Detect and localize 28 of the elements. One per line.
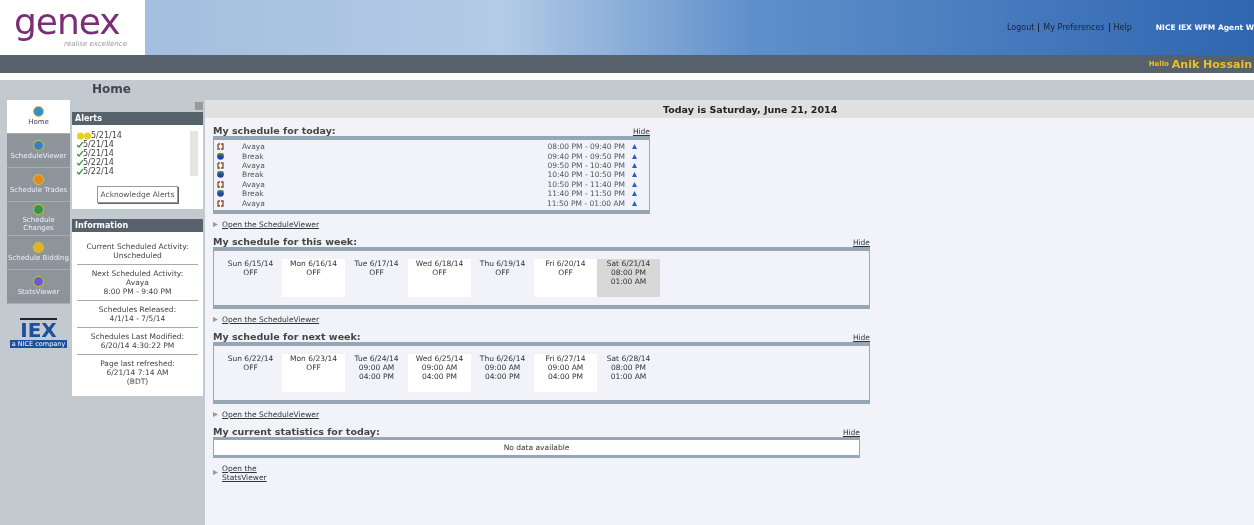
globe-icon	[33, 106, 44, 118]
alert-date[interactable]: 5/21/14	[91, 131, 122, 140]
logo: genex	[14, 4, 120, 40]
separator-line	[1038, 23, 1040, 32]
arrow-icon	[213, 411, 218, 417]
globe-icon	[33, 174, 44, 186]
arrow-icon	[213, 221, 218, 227]
section-title: My schedule for today:	[213, 125, 336, 136]
alert-date[interactable]: 5/21/14	[83, 149, 114, 158]
alert-date[interactable]: 5/21/14	[83, 140, 114, 149]
arrow-icon	[213, 470, 218, 476]
separator-line	[1108, 23, 1110, 32]
date-title: Today is Saturday, June 21, 2014	[663, 103, 838, 115]
panel-title: Alerts	[72, 112, 203, 125]
globe-icon	[33, 204, 44, 216]
header-link[interactable]: My Preferences	[1043, 23, 1105, 32]
panel-title: Information	[72, 219, 203, 232]
globe-icon	[33, 242, 44, 254]
globe-icon	[33, 140, 44, 152]
section-title: My schedule for next week:	[213, 330, 361, 342]
globe-icon	[33, 276, 44, 288]
header-link[interactable]: Logout	[1006, 23, 1035, 32]
alert-date[interactable]: 5/22/14	[83, 167, 114, 176]
alert-date[interactable]: 5/22/14	[83, 158, 114, 167]
user-name: Anik Hossain	[1171, 57, 1252, 71]
section-title: My current statistics for today:	[213, 425, 380, 437]
arrow-icon	[213, 316, 218, 322]
section-title: My schedule for this week:	[213, 235, 357, 247]
